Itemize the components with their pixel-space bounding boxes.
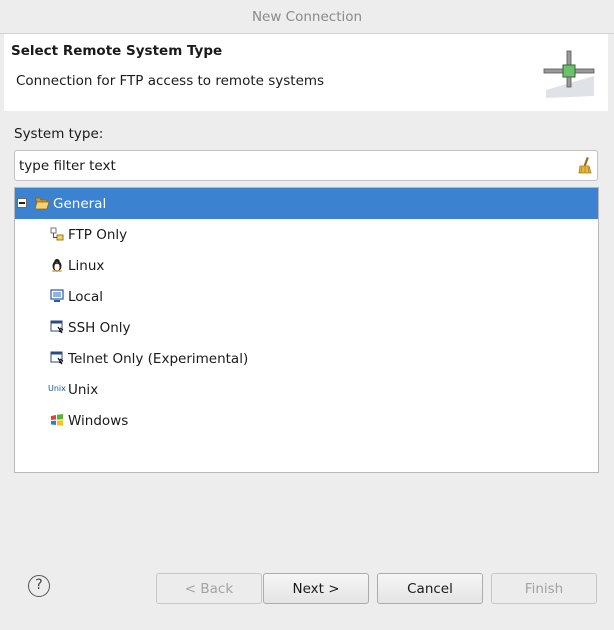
unix-icon: Unix — [48, 384, 66, 393]
system-type-label: System type: — [14, 126, 104, 142]
tree-node-unix[interactable]: Unix Unix — [15, 374, 598, 405]
wizard-header: Select Remote System Type Connection for… — [4, 34, 608, 111]
tree-node-label: FTP Only — [68, 227, 128, 243]
tree-node-label: General — [53, 196, 107, 212]
cancel-button[interactable]: Cancel — [377, 573, 483, 604]
tree-node-linux[interactable]: Linux — [15, 250, 598, 281]
system-type-filter-input[interactable] — [14, 150, 598, 181]
tree-node-general[interactable]: General — [15, 188, 598, 219]
tree-node-windows[interactable]: Windows — [15, 405, 598, 436]
tree-node-label: Linux — [68, 258, 105, 274]
tree-node-local[interactable]: Local — [15, 281, 598, 312]
clear-filter-broom-icon[interactable] — [576, 156, 594, 174]
windows-icon — [51, 414, 63, 426]
tree-node-telnet-only[interactable]: Telnet Only (Experimental) — [15, 343, 598, 374]
next-button[interactable]: Next > — [263, 573, 369, 604]
tree-node-label: Windows — [68, 413, 129, 429]
tree-node-ssh-only[interactable]: SSH Only — [15, 312, 598, 343]
page-title: Select Remote System Type — [11, 43, 223, 59]
tree-node-label: Local — [68, 289, 103, 305]
tree-node-label: Telnet Only (Experimental) — [68, 351, 249, 367]
local-computer-icon — [50, 289, 64, 302]
page-description: Connection for FTP access to remote syst… — [16, 73, 325, 89]
tree-node-ftp-only[interactable]: FTP Only — [15, 219, 598, 250]
folder-open-icon — [34, 197, 50, 210]
collapse-toggle-icon[interactable] — [17, 198, 27, 208]
back-button[interactable]: < Back — [156, 573, 262, 604]
finish-button[interactable]: Finish — [491, 573, 597, 604]
network-connection-icon — [543, 50, 595, 98]
window-title: New Connection — [0, 0, 614, 34]
ssh-terminal-icon — [50, 320, 64, 334]
tree-node-label: SSH Only — [68, 320, 131, 336]
ftp-icon — [50, 227, 64, 241]
telnet-terminal-icon — [50, 351, 64, 365]
system-type-tree[interactable]: General FTP Only Linux Local SSH Only Te… — [14, 187, 599, 473]
tree-node-label: Unix — [68, 382, 99, 398]
linux-penguin-icon — [52, 258, 62, 272]
help-icon[interactable]: ? — [28, 575, 50, 597]
